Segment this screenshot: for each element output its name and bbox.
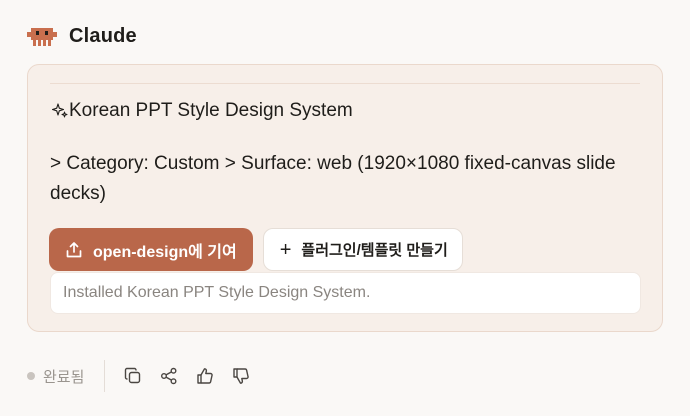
message-footer: 완료됨	[27, 360, 267, 392]
copy-icon	[125, 367, 141, 384]
share-icon	[161, 367, 177, 385]
card-title-text: Korean PPT Style Design System	[69, 100, 353, 121]
create-plugin-template-button[interactable]: + 플러그인/템플릿 만들기	[262, 228, 463, 271]
thumbs-down-icon	[233, 368, 250, 384]
thumbs-down-button[interactable]	[231, 366, 251, 386]
create-plugin-template-label: 플러그인/템플릿 만들기	[301, 242, 448, 259]
thumbs-up-button[interactable]	[195, 366, 215, 386]
install-status-text: Installed Korean PPT Style Design System…	[63, 284, 371, 301]
sparkle-icon	[52, 103, 68, 118]
share-button[interactable]	[159, 366, 179, 386]
contribute-button-label: open-design에 기여	[93, 243, 237, 261]
card-description: > Category: Custom > Surface: web (1920×…	[50, 153, 616, 204]
pixel-creature-icon	[27, 28, 57, 46]
footer-divider	[104, 360, 106, 392]
install-status: Installed Korean PPT Style Design System…	[50, 272, 641, 314]
plus-icon: +	[279, 238, 292, 261]
contribute-button[interactable]: open-design에 기여	[49, 228, 253, 271]
brand-name: Claude	[69, 24, 137, 47]
card-actions: open-design에 기여 + 플러그인/템플릿 만들기	[49, 228, 463, 271]
message-header: Claude	[27, 22, 137, 50]
status-dot	[27, 372, 35, 380]
status-label: 완료됨	[43, 368, 85, 386]
upload-icon	[66, 241, 82, 257]
thumbs-up-icon	[197, 368, 214, 384]
copy-button[interactable]	[123, 366, 143, 386]
card-title: Korean PPT Style Design System	[52, 98, 353, 124]
artifact-card: Korean PPT Style Design System > Categor…	[27, 64, 663, 332]
card-divider	[50, 83, 640, 84]
